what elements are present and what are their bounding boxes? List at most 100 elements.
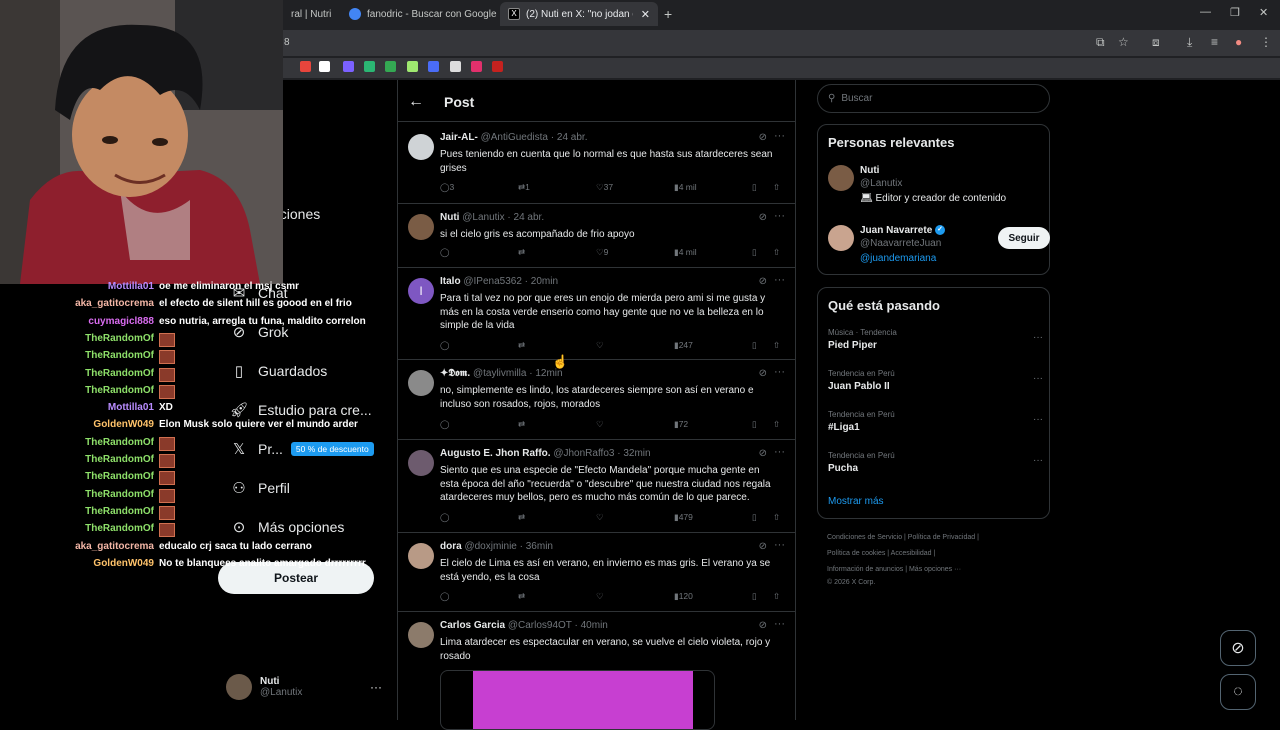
views-button[interactable]: ▮ 72 bbox=[674, 419, 688, 430]
repost-button[interactable]: ⇄ bbox=[518, 247, 525, 258]
download-icon[interactable]: ⤓ bbox=[1187, 35, 1192, 50]
trend-item[interactable]: Tendencia en Perú #Liga1 ··· bbox=[828, 410, 1043, 433]
bookmark-icon[interactable]: ▯ bbox=[752, 591, 757, 602]
reply-tweet[interactable]: I Italo @IPena5362 · 20min ⊘ ··· Para ti … bbox=[398, 268, 795, 360]
bookmark-icon[interactable] bbox=[407, 61, 418, 72]
bookmark-icon[interactable] bbox=[343, 61, 354, 72]
like-button[interactable]: ♡ bbox=[596, 340, 604, 351]
repost-button[interactable]: ⇄ bbox=[518, 591, 525, 602]
reply-tweet[interactable]: Carlos Garcia @Carlos94OT · 40min ⊘ ··· L… bbox=[398, 612, 795, 730]
close-icon[interactable]: ✕ bbox=[497, 8, 499, 21]
restore-icon[interactable]: ❐ bbox=[1230, 6, 1240, 19]
new-tab-icon[interactable]: + bbox=[664, 6, 672, 22]
share-icon[interactable]: ⇧ bbox=[773, 247, 780, 258]
reply-button[interactable]: ◯ bbox=[440, 591, 450, 602]
more-icon[interactable]: ··· bbox=[774, 446, 785, 458]
views-button[interactable]: ▮ 120 bbox=[674, 591, 693, 602]
bookmark-icon[interactable] bbox=[450, 61, 461, 72]
reply-button[interactable]: ◯ bbox=[440, 419, 450, 430]
profile-icon[interactable]: ● bbox=[1235, 35, 1242, 49]
more-icon[interactable]: ··· bbox=[774, 539, 785, 551]
grok-icon[interactable]: ⊘ bbox=[759, 212, 767, 223]
tweet-media[interactable] bbox=[440, 670, 715, 730]
views-button[interactable]: ▮ 4 mil bbox=[674, 247, 697, 258]
tab-x-active[interactable]: X (2) Nuti en X: "no jodan que en ✕ bbox=[500, 2, 658, 26]
back-arrow-icon[interactable]: ← bbox=[408, 93, 424, 111]
reply-tweet[interactable]: Jair-AL- @AntiGuedista · 24 abr. ⊘ ··· Pu… bbox=[398, 124, 795, 204]
grok-icon[interactable]: ⊘ bbox=[759, 448, 767, 459]
reply-button[interactable]: ◯ bbox=[440, 340, 450, 351]
trend-item[interactable]: Tendencia en Perú Juan Pablo II ··· bbox=[828, 369, 1043, 392]
messages-fab[interactable]: ◌ bbox=[1220, 674, 1256, 710]
share-icon[interactable]: ⇧ bbox=[773, 340, 780, 351]
close-icon[interactable]: ✕ bbox=[331, 8, 339, 21]
reply-tweet[interactable]: dora @doxjminie · 36min ⊘ ··· El cielo de… bbox=[398, 533, 795, 612]
reply-tweet[interactable]: ✦𝕯𝖔𝖒. @taylivmilla · 12min ⊘ ··· no, simp… bbox=[398, 360, 795, 440]
media-icon[interactable]: ≡ bbox=[1211, 35, 1218, 49]
repost-button[interactable]: ⇄ bbox=[518, 419, 525, 430]
bookmark-icon[interactable] bbox=[364, 61, 375, 72]
install-icon[interactable]: ⧉ bbox=[1096, 35, 1105, 50]
more-icon[interactable]: ··· bbox=[1033, 455, 1043, 466]
grok-icon[interactable]: ⊘ bbox=[759, 620, 767, 631]
person-bio-link[interactable]: @juandemariana bbox=[860, 253, 936, 264]
share-icon[interactable]: ⇧ bbox=[773, 182, 780, 193]
tab-nutri[interactable]: ral | Nutri ✕ bbox=[283, 2, 339, 26]
minimize-icon[interactable]: — bbox=[1200, 6, 1211, 18]
footer-links-3[interactable]: Información de anuncios | Más opciones ·… bbox=[827, 566, 961, 573]
show-more-link[interactable]: Mostrar más bbox=[828, 496, 884, 507]
reply-button[interactable]: ◯ bbox=[440, 512, 450, 523]
search-input[interactable]: ⚲ Buscar bbox=[817, 84, 1050, 113]
bookmark-icon[interactable] bbox=[319, 61, 330, 72]
menu-icon[interactable]: ⋮ bbox=[1260, 35, 1272, 49]
bookmark-star-icon[interactable]: ☆ bbox=[1118, 35, 1129, 49]
account-switcher[interactable]: Nuti @Lanutix ··· bbox=[226, 674, 382, 700]
like-button[interactable]: ♡ bbox=[596, 419, 604, 430]
like-button[interactable]: ♡ bbox=[596, 591, 604, 602]
grok-fab[interactable]: ⊘ bbox=[1220, 630, 1256, 666]
extensions-icon[interactable]: ⧈ bbox=[1152, 35, 1160, 50]
grok-icon[interactable]: ⊘ bbox=[759, 541, 767, 552]
bookmark-icon[interactable]: ▯ bbox=[752, 340, 757, 351]
bookmark-icon[interactable] bbox=[471, 61, 482, 72]
reply-button[interactable]: ◯ bbox=[440, 247, 450, 258]
bookmark-icon[interactable]: ▯ bbox=[752, 247, 757, 258]
grok-icon[interactable]: ⊘ bbox=[759, 132, 767, 143]
trend-item[interactable]: Tendencia en Perú Pucha ··· bbox=[828, 451, 1043, 474]
follow-button[interactable]: Seguir bbox=[998, 227, 1050, 249]
reply-button[interactable]: ◯ 3 bbox=[440, 182, 454, 193]
window-close-icon[interactable]: ✕ bbox=[1259, 6, 1268, 19]
more-icon[interactable]: ··· bbox=[774, 210, 785, 222]
views-button[interactable]: ▮ 479 bbox=[674, 512, 693, 523]
more-icon[interactable]: ··· bbox=[774, 130, 785, 142]
repost-button[interactable]: ⇄ 1 bbox=[518, 182, 530, 193]
grok-icon[interactable]: ⊘ bbox=[759, 276, 767, 287]
close-icon[interactable]: ✕ bbox=[633, 8, 650, 21]
footer-links-2[interactable]: Política de cookies | Accesibilidad | bbox=[827, 550, 935, 557]
share-icon[interactable]: ⇧ bbox=[773, 419, 780, 430]
bookmark-icon[interactable] bbox=[385, 61, 396, 72]
repost-button[interactable]: ⇄ bbox=[518, 340, 525, 351]
like-button[interactable]: ♡ 9 bbox=[596, 247, 608, 258]
share-icon[interactable]: ⇧ bbox=[773, 591, 780, 602]
reply-tweet[interactable]: Nuti @Lanutix · 24 abr. ⊘ ··· si el cielo… bbox=[398, 204, 795, 268]
views-button[interactable]: ▮ 4 mil bbox=[674, 182, 697, 193]
more-icon[interactable]: ··· bbox=[774, 366, 785, 378]
views-button[interactable]: ▮ 247 bbox=[674, 340, 693, 351]
more-icon[interactable]: ··· bbox=[1033, 373, 1043, 384]
bookmark-icon[interactable]: ▯ bbox=[752, 512, 757, 523]
more-icon[interactable]: ··· bbox=[1033, 332, 1043, 343]
more-icon[interactable]: ··· bbox=[1033, 414, 1043, 425]
bookmark-icon[interactable] bbox=[300, 61, 311, 72]
share-icon[interactable]: ⇧ bbox=[773, 512, 780, 523]
repost-button[interactable]: ⇄ bbox=[518, 512, 525, 523]
reply-tweet[interactable]: Augusto E. Jhon Raffo. @JhonRaffo3 · 32m… bbox=[398, 440, 795, 533]
like-button[interactable]: ♡ bbox=[596, 512, 604, 523]
bookmark-icon[interactable]: ▯ bbox=[752, 419, 757, 430]
more-icon[interactable]: ··· bbox=[774, 274, 785, 286]
bookmark-icon[interactable]: ▯ bbox=[752, 182, 757, 193]
more-icon[interactable]: ··· bbox=[774, 618, 785, 630]
bookmark-icon[interactable] bbox=[428, 61, 439, 72]
trend-item[interactable]: Música · Tendencia Pied Piper ··· bbox=[828, 328, 1043, 351]
bookmark-icon[interactable] bbox=[492, 61, 503, 72]
